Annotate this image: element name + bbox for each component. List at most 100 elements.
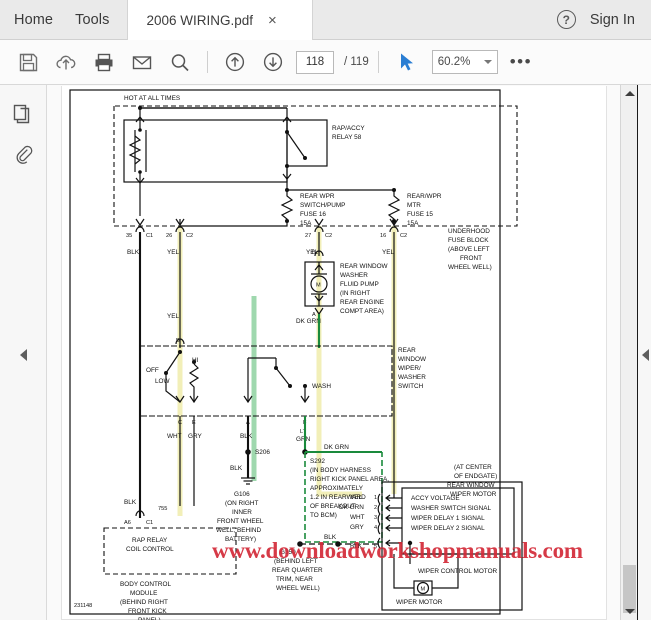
switch-off: OFF: [146, 367, 159, 374]
label-washer-2: WASHER: [340, 272, 368, 279]
motor-symbol-m: M: [316, 283, 321, 289]
pinlabel-wht: WHT: [350, 514, 365, 521]
signal-wiper-delay-2: WIPER DELAY 2 SIGNAL: [411, 525, 485, 532]
label-bcm-1: BODY CONTROL: [120, 581, 171, 588]
label-underhood-2: FUSE BLOCK: [448, 237, 489, 244]
zoom-level-select[interactable]: 60.2%: [431, 50, 498, 74]
upload-cloud-icon[interactable]: [48, 45, 84, 79]
search-icon[interactable]: [162, 45, 198, 79]
print-icon[interactable]: [86, 45, 122, 79]
sign-in-button[interactable]: Sign In: [590, 12, 635, 28]
tab-bar-right: ? Sign In: [556, 0, 651, 39]
page-total-label: / 119: [344, 56, 369, 68]
label-s206: S206: [255, 449, 270, 456]
attachments-icon[interactable]: [10, 143, 36, 169]
document-tab[interactable]: 2006 WIRING.pdf ×: [127, 0, 314, 40]
diagram-id-code: 231148: [74, 603, 92, 609]
label-s292-7: TO BCM): [310, 512, 337, 519]
switch-low: LOW: [155, 378, 171, 385]
pinnum-1: 1: [374, 495, 377, 501]
signal-washer-switch: WASHER SWITCH SIGNAL: [411, 505, 491, 512]
label-fuse16-2: SWITCH/PUMP: [300, 202, 345, 209]
menu-item-home[interactable]: Home: [14, 12, 53, 28]
wire-dkgrn-1: DK GRN: [296, 318, 321, 325]
watermark-text: www.downloadworkshopmanuals.com: [212, 538, 583, 563]
pin-27: 27: [305, 233, 311, 239]
scroll-up-button[interactable]: [621, 85, 638, 102]
toolbar-divider: [207, 51, 208, 73]
chevron-down-icon-scroll: [624, 609, 635, 614]
left-sidebar: [0, 85, 47, 620]
zoom-level-value: 60.2%: [437, 56, 471, 68]
label-fuse15-4: 15A: [407, 220, 419, 227]
right-panel-rail: [637, 85, 651, 620]
bcm-pin-a6: A6: [124, 520, 131, 526]
pin-16: 16: [380, 233, 386, 239]
pinnum-4: 4: [374, 525, 377, 531]
expand-right-panel-button[interactable]: [638, 340, 651, 370]
more-options-button[interactable]: •••: [510, 52, 532, 72]
label-motorbox-1: (AT CENTER: [454, 464, 492, 471]
scroll-down-button[interactable]: [621, 603, 638, 620]
wire-yel-4: YEL: [167, 313, 180, 320]
up-arrow-circle-icon[interactable]: [217, 45, 253, 79]
label-bcm-2: MODULE: [130, 590, 157, 597]
toolbar-divider-2: [377, 51, 379, 73]
close-icon[interactable]: ×: [265, 11, 280, 30]
chevron-down-icon[interactable]: [483, 60, 492, 64]
pinlabel-gry: GRY: [350, 524, 364, 531]
down-arrow-circle-icon[interactable]: [255, 45, 291, 79]
pinlabel-dkgrn: DK GRN: [339, 504, 364, 511]
label-s292-2: (IN BODY HARNESS: [310, 467, 371, 474]
menu-item-tools[interactable]: Tools: [75, 12, 109, 28]
wire-gry: GRY: [188, 433, 202, 440]
cursor-arrow-icon[interactable]: [388, 45, 424, 79]
label-rap-relay-coil-2: COIL CONTROL: [126, 546, 174, 553]
label-s292-4: APPROXIMATELY: [310, 485, 364, 492]
vertical-scrollbar[interactable]: [620, 85, 637, 620]
save-icon[interactable]: [10, 45, 46, 79]
chevron-up-icon: [624, 91, 635, 96]
help-icon[interactable]: ?: [556, 10, 576, 29]
label-fuse15-3: FUSE 15: [407, 211, 433, 218]
label-wiper-motor: WIPER MOTOR: [396, 599, 443, 606]
label-fuse16-3: FUSE 16: [300, 211, 326, 218]
label-washer-6: COMPT AREA): [340, 308, 384, 315]
label-g106-1: G106: [234, 491, 250, 498]
label-bcm-3: (BEHIND RIGHT: [120, 599, 168, 606]
label-switch-3: WIPER/: [398, 365, 421, 372]
label-fuse15-1: REAR/WPR: [407, 193, 442, 200]
pinlabel-yel: YEL: [350, 494, 363, 501]
pin-c2c: C2: [400, 233, 407, 239]
toolbar: 118 / 119 60.2% •••: [0, 40, 651, 85]
wiper-motor-symbol-m: M: [421, 587, 426, 593]
pinnum-2: 2: [374, 505, 377, 511]
label-g106-2: (ON RIGHT: [225, 500, 258, 507]
wire-blk-1: BLK: [127, 249, 140, 256]
page-number-input[interactable]: 118: [296, 50, 334, 74]
label-g350-4: TRIM, NEAR: [276, 576, 313, 583]
document-canvas[interactable]: .wl{stroke:#111;stroke-width:1.2;fill:no…: [48, 86, 620, 620]
signal-wiper-delay-1: WIPER DELAY 1 SIGNAL: [411, 515, 485, 522]
label-underhood-1: UNDERHOOD: [448, 228, 490, 235]
label-underhood-3: (ABOVE LEFT: [448, 246, 490, 253]
label-rap-accy-relay: RAP/ACCY: [332, 125, 365, 132]
label-g350-3: REAR QUARTER: [272, 567, 323, 574]
label-rap-accy-relay-2: RELAY 58: [332, 134, 362, 141]
label-fuse16-1: REAR WPR: [300, 193, 335, 200]
label-washer-1: REAR WINDOW: [340, 263, 389, 270]
main-menu: Home Tools: [0, 0, 127, 40]
bcm-conn-c1: C1: [146, 520, 153, 526]
label-motorbox-2: OF ENDGATE): [454, 473, 497, 480]
page-thumbnails-icon[interactable]: [10, 101, 36, 127]
label-g106-4: FRONT WHEEL: [217, 518, 264, 525]
pdf-viewer-window: Home Tools 2006 WIRING.pdf × ? Sign In 1…: [0, 0, 651, 620]
label-switch-5: SWITCH: [398, 383, 424, 390]
pdf-page: .wl{stroke:#111;stroke-width:1.2;fill:no…: [61, 86, 607, 620]
label-s292-3: RIGHT KICK PANEL AREA,: [310, 476, 389, 483]
wire-blk-2: BLK: [240, 433, 253, 440]
email-icon[interactable]: [124, 45, 160, 79]
label-g350-5: WHEEL WELL): [276, 585, 320, 592]
pin-35: 35: [126, 233, 132, 239]
collapse-sidebar-button[interactable]: [0, 340, 47, 370]
